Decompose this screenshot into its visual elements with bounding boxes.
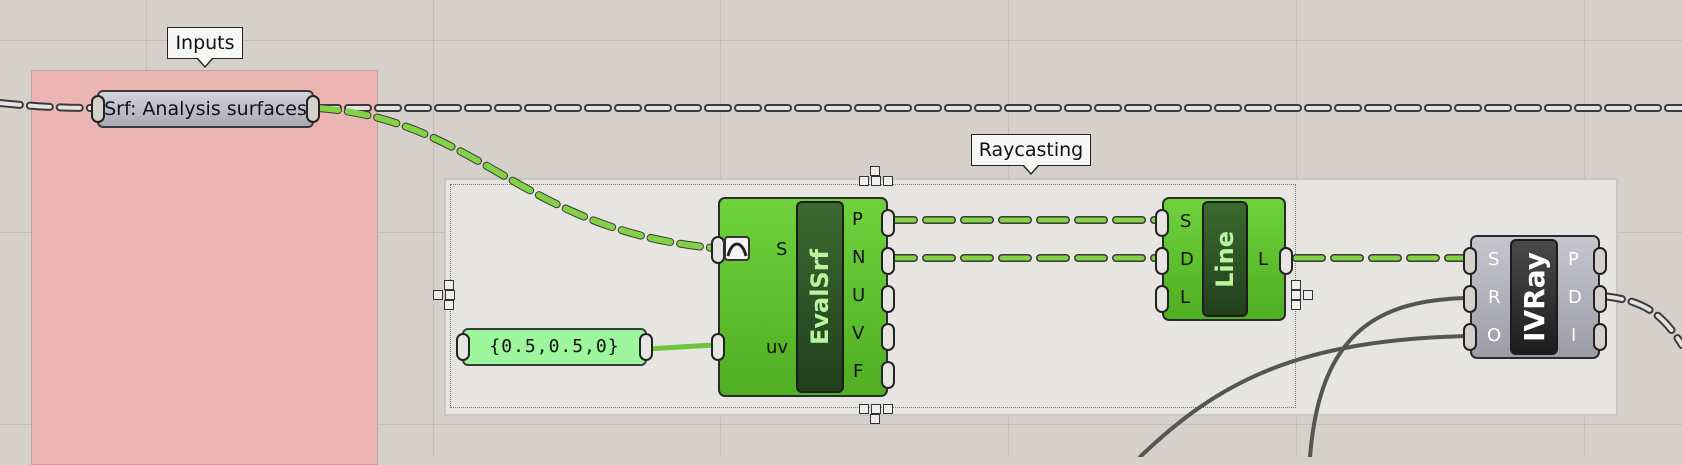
output-label-v: V — [852, 323, 865, 344]
input-label-l: L — [1180, 287, 1191, 308]
line-component[interactable]: S D L Line L — [1155, 197, 1293, 321]
input-grip[interactable] — [1463, 323, 1477, 351]
output-label-i: I — [1571, 325, 1577, 346]
output-grip[interactable] — [881, 323, 895, 351]
output-label-u: U — [852, 285, 866, 306]
input-label-s: S — [1488, 249, 1500, 270]
output-grip[interactable] — [881, 247, 895, 275]
line-name: Line — [1211, 230, 1239, 288]
line-core: Line — [1202, 201, 1248, 317]
output-label-f: F — [853, 361, 864, 382]
output-grip[interactable] — [306, 95, 320, 123]
uv-panel-value: {0.5,0.5,0} — [489, 336, 620, 357]
output-label-p: P — [852, 209, 863, 230]
output-grip[interactable] — [881, 285, 895, 313]
output-label-l: L — [1258, 249, 1269, 270]
ivray-name: IVRay — [1517, 252, 1551, 342]
input-grip[interactable] — [456, 333, 470, 361]
output-grip[interactable] — [881, 361, 895, 389]
surface-param-icon — [724, 236, 750, 261]
surface-param-label: Srf: Analysis surfaces — [104, 98, 307, 120]
output-grip[interactable] — [881, 209, 895, 237]
input-label-o: O — [1487, 325, 1502, 346]
input-grip[interactable] — [91, 95, 105, 123]
input-label-d: D — [1180, 249, 1194, 270]
output-grip[interactable] — [639, 333, 653, 361]
input-grip[interactable] — [1155, 285, 1169, 313]
input-grip[interactable] — [1155, 247, 1169, 275]
input-grip[interactable] — [711, 236, 725, 264]
group-title-raycasting[interactable]: Raycasting — [971, 134, 1091, 175]
input-grip[interactable] — [1155, 209, 1169, 237]
input-label-uv: uv — [766, 337, 789, 358]
uv-panel[interactable]: {0.5,0.5,0} — [456, 328, 653, 366]
input-grip[interactable] — [711, 333, 725, 361]
group-title-inputs[interactable]: Inputs — [167, 27, 243, 68]
output-grip[interactable] — [1593, 323, 1607, 351]
input-label-s: S — [776, 239, 788, 260]
output-label-p: P — [1568, 249, 1579, 270]
output-grip[interactable] — [1593, 285, 1607, 313]
evalsrf-component[interactable]: S uv EvalSrf P N U V F — [711, 197, 895, 397]
ivray-component[interactable]: S R O IVRay P D I — [1463, 235, 1607, 359]
input-label-r: R — [1488, 287, 1501, 308]
output-grip[interactable] — [1279, 247, 1293, 275]
input-grip[interactable] — [1463, 285, 1477, 313]
output-grip[interactable] — [1593, 247, 1607, 275]
surface-param[interactable]: Srf: Analysis surfaces — [91, 90, 320, 128]
output-label-n: N — [852, 247, 866, 268]
evalsrf-core: EvalSrf — [796, 201, 844, 393]
evalsrf-name: EvalSrf — [806, 248, 834, 346]
input-grip[interactable] — [1463, 247, 1477, 275]
output-label-d: D — [1568, 287, 1582, 308]
input-label-s: S — [1180, 211, 1192, 232]
ivray-core: IVRay — [1510, 239, 1558, 355]
